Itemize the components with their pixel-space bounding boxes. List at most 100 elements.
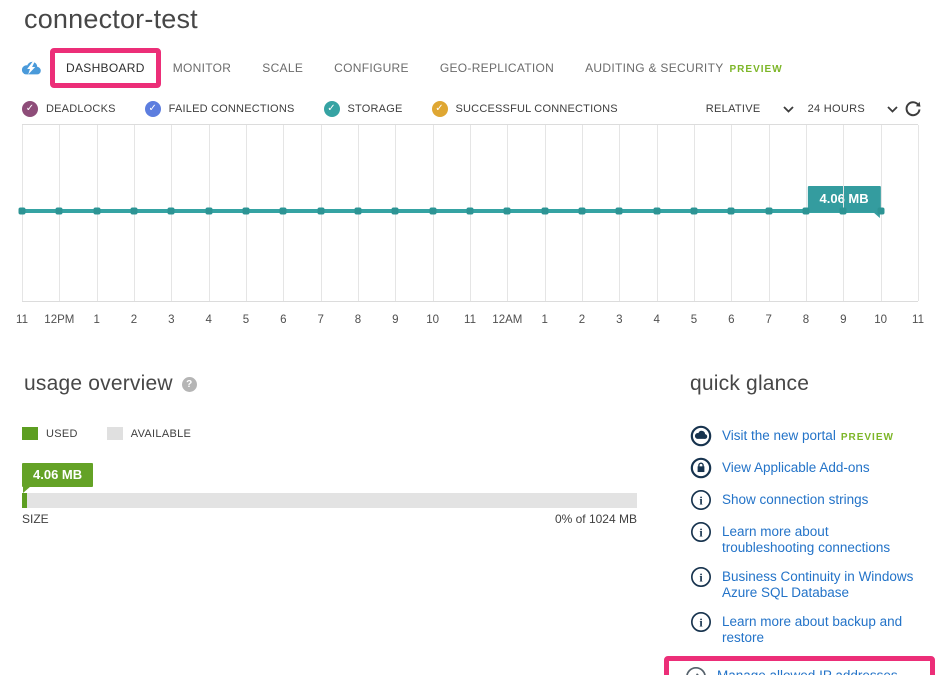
link-view-addons[interactable]: View Applicable Add-ons — [690, 457, 935, 479]
storage-usage-bar-fill — [22, 493, 27, 508]
storage-data-point — [243, 208, 250, 215]
tab-geo-replication[interactable]: GEO-REPLICATION — [440, 61, 554, 75]
available-label: AVAILABLE — [131, 428, 191, 440]
x-tick-label: 10 — [874, 314, 887, 326]
storage-data-point — [877, 208, 884, 215]
chevron-down-icon[interactable] — [887, 106, 898, 113]
storage-data-point — [653, 208, 660, 215]
x-tick-label: 12AM — [492, 314, 522, 326]
metric-successful-connections[interactable]: ✓ SUCCESSFUL CONNECTIONS — [432, 101, 618, 117]
storage-data-point — [392, 208, 399, 215]
x-tick-label: 9 — [392, 314, 398, 326]
x-tick-label: 4 — [205, 314, 211, 326]
x-tick-label: 7 — [765, 314, 771, 326]
preview-badge: PREVIEW — [730, 64, 783, 75]
x-tick-label: 11 — [16, 314, 28, 326]
storage-series-line — [22, 209, 881, 213]
quick-glance-title: quick glance — [690, 372, 935, 396]
storage-data-point — [691, 208, 698, 215]
tab-scale[interactable]: SCALE — [262, 61, 303, 75]
x-tick-label: 5 — [243, 314, 249, 326]
svg-text:i: i — [699, 615, 703, 629]
storage-data-point — [205, 208, 212, 215]
storage-data-point — [728, 208, 735, 215]
link-business-continuity[interactable]: i Business Continuity in Windows Azure S… — [690, 566, 935, 601]
x-tick-label: 9 — [840, 314, 846, 326]
storage-data-point — [803, 208, 810, 215]
metric-failed-connections[interactable]: ✓ FAILED CONNECTIONS — [145, 101, 295, 117]
storage-data-point — [467, 208, 474, 215]
x-tick-label: 10 — [426, 314, 439, 326]
available-swatch-icon — [107, 427, 123, 440]
x-tick-label: 11 — [912, 314, 924, 326]
metrics-chart-plot: 4.06 MB — [22, 124, 918, 302]
x-tick-label: 6 — [728, 314, 734, 326]
x-tick-label: 8 — [355, 314, 361, 326]
info-icon: i — [690, 566, 712, 588]
svg-text:i: i — [699, 525, 703, 539]
metric-storage[interactable]: ✓ STORAGE — [324, 101, 403, 117]
metrics-toolbar: ✓ DEADLOCKS ✓ FAILED CONNECTIONS ✓ STORA… — [22, 99, 922, 119]
database-cloud-icon — [20, 60, 42, 76]
time-controls: RELATIVE 24 HOURS — [706, 100, 922, 118]
storage-data-point — [504, 208, 511, 215]
question-mark-icon[interactable]: ? — [182, 377, 197, 392]
tab-configure[interactable]: CONFIGURE — [334, 61, 409, 75]
duration-dropdown[interactable]: 24 HOURS — [808, 103, 865, 115]
x-tick-label: 4 — [653, 314, 659, 326]
chart-x-axis: 1112PM123456789101112AM1234567891011 — [22, 314, 918, 330]
usage-overview-title: usage overview ? — [22, 372, 637, 396]
capacity-label: 0% of 1024 MB — [555, 512, 637, 526]
preview-badge: PREVIEW — [841, 432, 894, 443]
storage-data-point — [429, 208, 436, 215]
chevron-down-icon[interactable] — [783, 106, 794, 113]
link-backup-restore[interactable]: i Learn more about backup and restore — [690, 611, 935, 646]
storage-data-point — [280, 208, 287, 215]
tab-auditing-security[interactable]: AUDITING & SECURITYPREVIEW — [585, 61, 783, 75]
relative-dropdown[interactable]: RELATIVE — [706, 103, 761, 115]
metric-deadlocks[interactable]: ✓ DEADLOCKS — [22, 101, 116, 117]
x-tick-label: 6 — [280, 314, 286, 326]
link-visit-new-portal[interactable]: Visit the new portalPREVIEW — [690, 425, 935, 447]
tab-bar: DASHBOARD MONITOR SCALE CONFIGURE GEO-RE… — [20, 50, 930, 86]
used-swatch-icon — [22, 427, 38, 440]
link-troubleshooting-connections[interactable]: i Learn more about troubleshooting conne… — [690, 521, 935, 556]
usage-overview-section: usage overview ? USED AVAILABLE 4.06 MB … — [22, 372, 637, 526]
storage-data-point — [541, 208, 548, 215]
usage-legend: USED AVAILABLE — [22, 427, 637, 440]
azure-sql-dashboard-page: connector-test DASHBOARD MONITOR SCALE C… — [0, 0, 940, 675]
used-label: USED — [46, 428, 78, 440]
link-show-connection-strings[interactable]: i Show connection strings — [690, 489, 935, 511]
x-tick-label: 1 — [541, 314, 547, 326]
check-circle-icon: ✓ — [324, 101, 340, 117]
storage-data-point — [765, 208, 772, 215]
refresh-icon[interactable] — [904, 100, 922, 118]
tab-monitor[interactable]: MONITOR — [173, 61, 232, 75]
page-title: connector-test — [24, 4, 198, 35]
x-tick-label: 2 — [131, 314, 137, 326]
info-icon: i — [690, 489, 712, 511]
svg-text:i: i — [699, 493, 703, 507]
link-manage-allowed-ip[interactable]: Manage allowed IP addresses — [685, 665, 898, 675]
x-tick-label: 3 — [616, 314, 622, 326]
x-tick-label: 11 — [464, 314, 476, 326]
storage-data-point — [355, 208, 362, 215]
svg-text:i: i — [699, 570, 703, 584]
info-icon: i — [690, 521, 712, 543]
used-size-badge: 4.06 MB — [22, 463, 93, 487]
dashboard-tab-highlight-annotation: DASHBOARD — [50, 48, 161, 88]
storage-data-point — [840, 208, 847, 215]
x-tick-label: 5 — [691, 314, 697, 326]
manage-ip-highlight-annotation: Manage allowed IP addresses — [664, 656, 935, 675]
storage-data-point — [579, 208, 586, 215]
storage-data-point — [93, 208, 100, 215]
storage-data-point — [131, 208, 138, 215]
check-circle-icon: ✓ — [145, 101, 161, 117]
storage-data-point — [168, 208, 175, 215]
tab-dashboard[interactable]: DASHBOARD — [66, 61, 145, 75]
x-tick-label: 1 — [93, 314, 99, 326]
x-tick-label: 12PM — [44, 314, 74, 326]
quick-glance-section: quick glance Visit the new portalPREVIEW — [690, 372, 935, 675]
x-tick-label: 8 — [803, 314, 809, 326]
storage-data-point — [19, 208, 26, 215]
